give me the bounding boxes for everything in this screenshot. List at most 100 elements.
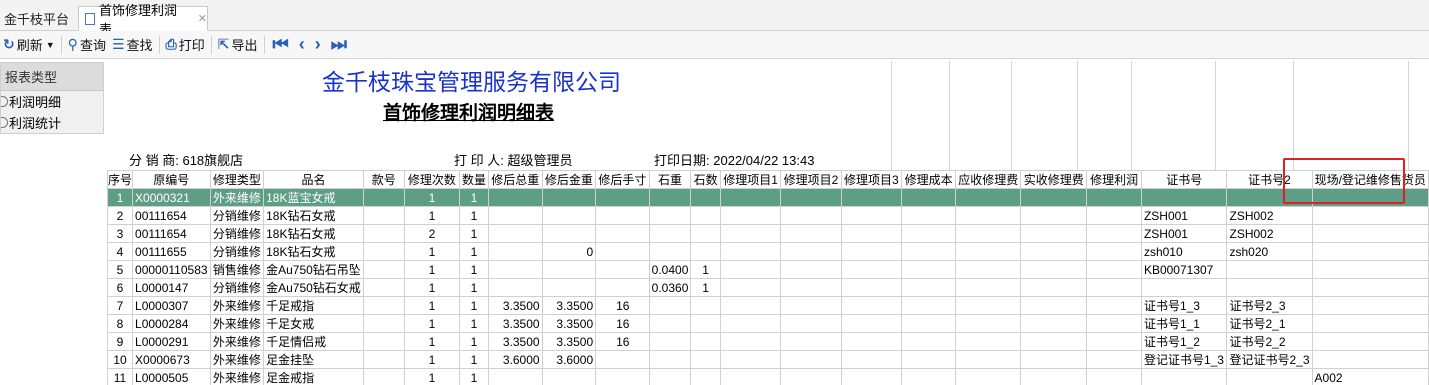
table-cell[interactable] — [840, 350, 903, 369]
table-cell[interactable]: 外来维修 — [209, 188, 265, 207]
table-cell[interactable] — [780, 224, 842, 243]
table-cell[interactable]: 3.3500 — [488, 296, 543, 315]
table-cell[interactable] — [541, 368, 597, 385]
table-cell[interactable]: L0000291 — [132, 332, 211, 351]
column-header[interactable]: 序号 — [107, 170, 134, 189]
table-cell[interactable]: ZSH001 — [1140, 206, 1228, 225]
table-cell[interactable] — [541, 206, 597, 225]
table-cell[interactable]: L0000147 — [132, 278, 211, 297]
table-cell[interactable]: 16 — [595, 314, 650, 333]
table-cell[interactable]: 1 — [459, 206, 490, 225]
table-cell[interactable] — [1020, 188, 1088, 207]
table-cell[interactable]: 1 — [459, 296, 490, 315]
column-header[interactable]: 修理项目2 — [780, 170, 842, 189]
table-cell[interactable]: 6 — [107, 278, 134, 297]
table-cell[interactable] — [780, 242, 842, 261]
column-header[interactable]: 修理项目1 — [719, 170, 782, 189]
table-row[interactable]: 5 00000110583 销售维修 金Au750钻石吊坠 1 1 0.0400 1 KB000… — [107, 260, 1429, 279]
table-cell[interactable]: 足金挂坠 — [263, 350, 364, 369]
table-cell[interactable] — [1086, 296, 1142, 315]
table-cell[interactable] — [1311, 350, 1429, 369]
table-cell[interactable] — [955, 278, 1022, 297]
table-cell[interactable]: 分销维修 — [209, 206, 265, 225]
table-row[interactable]: 4 00111655 分销维修 18K钻石女戒 1 1 0 zsh010 zsh020 — [107, 242, 1429, 261]
table-cell[interactable]: 2 — [107, 206, 134, 225]
table-cell[interactable] — [840, 278, 903, 297]
table-cell[interactable] — [1020, 296, 1088, 315]
table-cell[interactable] — [1020, 278, 1088, 297]
table-cell[interactable]: 11 — [107, 368, 134, 385]
table-cell[interactable]: 1 — [403, 314, 461, 333]
table-cell[interactable]: 1 — [403, 350, 461, 369]
table-cell[interactable] — [1086, 314, 1142, 333]
table-cell[interactable]: 千足戒指 — [263, 296, 364, 315]
table-cell[interactable] — [1311, 224, 1429, 243]
table-cell[interactable]: L0000284 — [132, 314, 211, 333]
table-cell[interactable] — [648, 188, 692, 207]
table-cell[interactable] — [1311, 242, 1429, 261]
table-cell[interactable] — [955, 332, 1022, 351]
table-cell[interactable] — [362, 314, 405, 333]
table-cell[interactable] — [1086, 368, 1142, 385]
table-cell[interactable] — [595, 188, 650, 207]
table-cell[interactable] — [1020, 206, 1088, 225]
table-cell[interactable]: 3.3500 — [488, 314, 543, 333]
table-cell[interactable] — [1020, 350, 1088, 369]
table-cell[interactable] — [955, 242, 1022, 261]
table-cell[interactable]: 16 — [595, 296, 650, 315]
column-header[interactable]: 石重 — [648, 170, 692, 189]
table-cell[interactable] — [488, 224, 543, 243]
table-cell[interactable] — [1020, 224, 1088, 243]
table-cell[interactable] — [595, 206, 650, 225]
table-cell[interactable] — [719, 224, 782, 243]
table-cell[interactable] — [719, 188, 782, 207]
table-cell[interactable] — [780, 206, 842, 225]
table-cell[interactable] — [955, 188, 1022, 207]
table-cell[interactable] — [595, 260, 650, 279]
table-cell[interactable] — [362, 332, 405, 351]
table-cell[interactable] — [362, 188, 405, 207]
table-cell[interactable]: 1 — [459, 242, 490, 261]
table-cell[interactable] — [955, 224, 1022, 243]
table-cell[interactable]: 1 — [690, 278, 721, 297]
table-cell[interactable] — [780, 278, 842, 297]
table-cell[interactable] — [955, 314, 1022, 333]
table-cell[interactable] — [1086, 206, 1142, 225]
table-cell[interactable] — [955, 296, 1022, 315]
table-cell[interactable] — [780, 332, 842, 351]
table-cell[interactable]: 1 — [459, 260, 490, 279]
table-cell[interactable]: 登记证书号2_3 — [1226, 350, 1313, 369]
table-cell[interactable] — [840, 224, 903, 243]
table-cell[interactable]: 3.3500 — [541, 314, 597, 333]
table-cell[interactable]: 1 — [403, 332, 461, 351]
table-cell[interactable]: 0.0400 — [648, 260, 692, 279]
table-cell[interactable]: 1 — [403, 296, 461, 315]
table-cell[interactable] — [362, 368, 405, 385]
table-cell[interactable]: 1 — [403, 368, 461, 385]
table-cell[interactable] — [1020, 260, 1088, 279]
table-cell[interactable] — [719, 278, 782, 297]
table-cell[interactable]: 1 — [690, 260, 721, 279]
table-cell[interactable]: 10 — [107, 350, 134, 369]
table-row[interactable]: 2 00111654 分销维修 18K钻石女戒 1 1 ZSH001 ZSH002 — [107, 206, 1429, 225]
table-cell[interactable] — [719, 260, 782, 279]
table-cell[interactable] — [648, 368, 692, 385]
table-cell[interactable] — [780, 296, 842, 315]
radio-icon[interactable] — [1, 96, 8, 107]
table-cell[interactable]: 1 — [403, 206, 461, 225]
table-cell[interactable]: 4 — [107, 242, 134, 261]
table-cell[interactable]: 3.6000 — [488, 350, 543, 369]
table-cell[interactable]: 证书号1_2 — [1140, 332, 1228, 351]
table-cell[interactable]: ZSH002 — [1226, 206, 1313, 225]
table-row[interactable]: 6 L0000147 分销维修 金Au750钻石女戒 1 1 0.0360 1 — [107, 278, 1429, 297]
table-cell[interactable] — [719, 350, 782, 369]
table-cell[interactable] — [541, 188, 597, 207]
table-cell[interactable] — [648, 350, 692, 369]
next-page-icon[interactable]: › — [310, 34, 326, 55]
table-cell[interactable] — [840, 206, 903, 225]
chevron-down-icon[interactable]: ▼ — [46, 40, 55, 50]
table-cell[interactable]: ZSH001 — [1140, 224, 1228, 243]
table-cell[interactable]: 18K钻石女戒 — [263, 206, 364, 225]
table-cell[interactable] — [362, 242, 405, 261]
table-cell[interactable]: 1 — [459, 350, 490, 369]
